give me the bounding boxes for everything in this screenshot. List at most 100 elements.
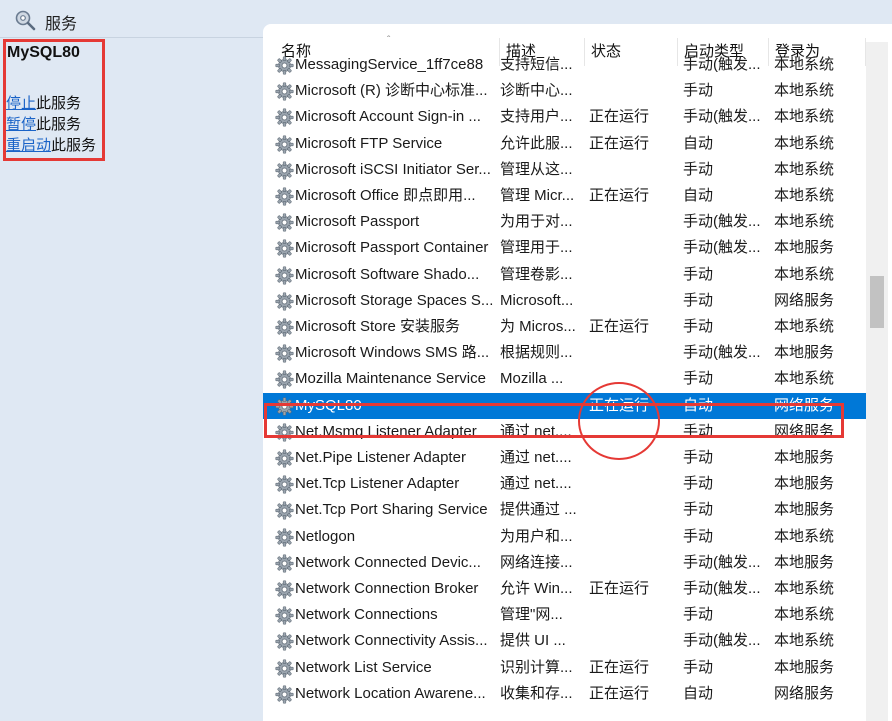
gear-icon	[275, 213, 294, 232]
service-logon-cell: 本地系统	[774, 580, 835, 597]
service-row[interactable]: Microsoft Passport 为用于对... 手动(触发... 本地系统	[263, 209, 866, 235]
service-name-cell: Microsoft Software Shado...	[295, 265, 480, 283]
service-status-cell	[589, 419, 673, 445]
service-status-cell: 正在运行	[589, 108, 650, 126]
service-desc-cell: 诊断中心...	[500, 82, 573, 100]
services-list: 名称 ˆ 描述 状态 启动类型 登录为 MessagingService_1ff…	[263, 24, 892, 721]
service-name-cell: Net.Tcp Listener Adapter	[295, 475, 460, 493]
service-startup-cell: 手动	[683, 658, 714, 676]
service-row[interactable]: Microsoft Office 即点即用... 管理 Micr... 正在运行 自动…	[263, 183, 866, 209]
service-row[interactable]: Network Connection Broker 允许 Win... 正在运行 手动…	[263, 576, 866, 602]
service-name-cell: MessagingService_1ff7ce88	[295, 56, 484, 73]
service-logon-cell: 本地系统	[774, 527, 835, 545]
vertical-scrollbar[interactable]	[866, 42, 888, 721]
service-name-cell: Microsoft iSCSI Initiator Ser...	[295, 160, 491, 178]
service-row[interactable]: Microsoft FTP Service 允许此服... 正在运行 自动 本地系统	[263, 131, 866, 157]
service-row[interactable]: Microsoft Store 安装服务 为 Micros... 正在运行 手动 本地系…	[263, 314, 866, 340]
service-row[interactable]: Microsoft Windows SMS 路... 根据规则... 手动(触发..…	[263, 340, 866, 366]
gear-icon	[275, 292, 294, 311]
service-startup-cell: 手动	[683, 318, 714, 335]
service-row[interactable]: MySQL80 正在运行 自动 网络服务	[263, 392, 866, 419]
restart-service-link[interactable]: 重启动	[6, 137, 51, 154]
gear-icon	[275, 580, 294, 599]
stop-service-action: 停止此服务	[6, 92, 81, 113]
service-desc-cell: 通过 net....	[500, 475, 572, 493]
service-status-cell: 正在运行	[589, 134, 650, 152]
service-logon-cell: 本地系统	[774, 187, 835, 204]
service-row[interactable]: Network Connected Devic... 网络连接... 手动(触发..…	[263, 550, 866, 576]
service-row[interactable]: Microsoft (R) 诊断中心标准... 诊断中心... 手动 本地系统	[263, 78, 866, 104]
service-name-cell: Network List Service	[295, 658, 432, 676]
restart-service-suffix: 此服务	[51, 137, 97, 154]
service-row[interactable]: Netlogon 为用户和... 手动 本地系统	[263, 524, 866, 550]
service-startup-cell: 自动	[683, 134, 714, 152]
gear-icon	[275, 318, 294, 337]
service-desc-cell: 管理从这...	[500, 160, 573, 178]
service-status-cell	[589, 288, 673, 314]
service-name-cell: Network Connected Devic...	[295, 553, 481, 571]
magnifier-gear-icon	[15, 10, 36, 31]
service-row[interactable]: Network Connectivity Assis... 提供 UI ... 手动…	[263, 628, 866, 654]
service-logon-cell: 本地服务	[774, 501, 835, 519]
service-logon-cell: 本地系统	[774, 318, 835, 335]
service-desc-cell: 收集和存...	[500, 684, 573, 702]
service-startup-cell: 手动(触发...	[683, 56, 761, 73]
gear-icon	[275, 501, 294, 520]
gear-icon	[275, 135, 294, 154]
gear-icon	[275, 554, 294, 573]
scrollbar-thumb[interactable]	[870, 276, 884, 328]
service-name-cell: Microsoft Account Sign-in ...	[295, 108, 481, 126]
service-logon-cell: 本地系统	[774, 606, 835, 624]
service-logon-cell: 本地系统	[774, 632, 835, 650]
gear-icon	[275, 423, 294, 442]
service-name-cell: Microsoft Office 即点即用...	[295, 187, 476, 204]
service-desc-cell: 为 Micros...	[500, 318, 576, 335]
service-row[interactable]: Microsoft Passport Container 管理用于... 手动(触发…	[263, 235, 866, 261]
service-row[interactable]: Microsoft Account Sign-in ... 支持用户... 正在运行…	[263, 104, 866, 130]
gear-icon	[275, 528, 294, 547]
gear-icon	[275, 56, 294, 75]
service-name-cell: Network Location Awarene...	[295, 684, 486, 702]
service-row[interactable]: Network Connections 管理"网... 手动 本地系统	[263, 602, 866, 628]
gear-icon	[275, 397, 294, 416]
service-row[interactable]: Microsoft iSCSI Initiator Ser... 管理从这... 手…	[263, 157, 866, 183]
pause-service-link[interactable]: 暂停	[6, 116, 36, 133]
service-desc-cell: 管理卷影...	[500, 265, 573, 283]
service-row[interactable]: Net.Msmq Listener Adapter 通过 net.... 手动 网络服…	[263, 419, 866, 445]
service-startup-cell: 手动(触发...	[683, 344, 761, 362]
service-desc-cell: 通过 net....	[500, 422, 572, 440]
gear-icon	[275, 239, 294, 258]
service-name-cell: Network Connection Broker	[295, 580, 479, 597]
service-row[interactable]: Network List Service 识别计算... 正在运行 手动 本地服务	[263, 655, 866, 681]
restart-service-action: 重启动此服务	[6, 134, 96, 155]
service-desc-cell: 允许此服...	[500, 134, 573, 152]
service-desc-cell: 通过 net....	[500, 449, 572, 466]
selected-service-name: MySQL80	[7, 44, 80, 61]
service-name-cell: Microsoft FTP Service	[295, 134, 443, 152]
service-row[interactable]: Net.Tcp Port Sharing Service 提供通过 ... 手动 本地…	[263, 497, 866, 523]
service-startup-cell: 自动	[683, 187, 714, 204]
service-row[interactable]: MessagingService_1ff7ce88 支持短信... 手动(触发...…	[263, 52, 866, 78]
service-logon-cell: 本地服务	[774, 553, 835, 571]
service-desc-cell: 管理 Micr...	[500, 187, 575, 204]
service-row[interactable]: Net.Pipe Listener Adapter 通过 net.... 手动 本地服…	[263, 445, 866, 471]
service-logon-cell: 网络服务	[774, 422, 835, 440]
service-name-cell: Net.Pipe Listener Adapter	[295, 449, 466, 466]
service-status-cell	[589, 628, 673, 654]
service-row[interactable]: Net.Tcp Listener Adapter 通过 net.... 手动 本地服务	[263, 471, 866, 497]
service-logon-cell: 本地服务	[774, 449, 835, 466]
stop-service-link[interactable]: 停止	[6, 95, 36, 112]
service-logon-cell: 本地系统	[774, 108, 835, 126]
service-name-cell: MySQL80	[295, 396, 362, 414]
service-logon-cell: 本地服务	[774, 475, 835, 493]
service-desc-cell: 根据规则...	[500, 344, 573, 362]
service-startup-cell: 手动	[683, 82, 714, 100]
service-row[interactable]: Mozilla Maintenance Service Mozilla ... 手动…	[263, 366, 866, 392]
service-row[interactable]: Network Location Awarene... 收集和存... 正在运行 自动…	[263, 681, 866, 707]
service-startup-cell: 自动	[683, 396, 714, 414]
service-startup-cell: 手动(触发...	[683, 239, 761, 257]
service-row[interactable]: Microsoft Software Shado... 管理卷影... 手动 本地系统	[263, 262, 866, 288]
service-name-cell: Network Connections	[295, 606, 438, 624]
service-startup-cell: 手动	[683, 370, 714, 388]
service-row[interactable]: Microsoft Storage Spaces S... Microsoft..…	[263, 288, 866, 314]
